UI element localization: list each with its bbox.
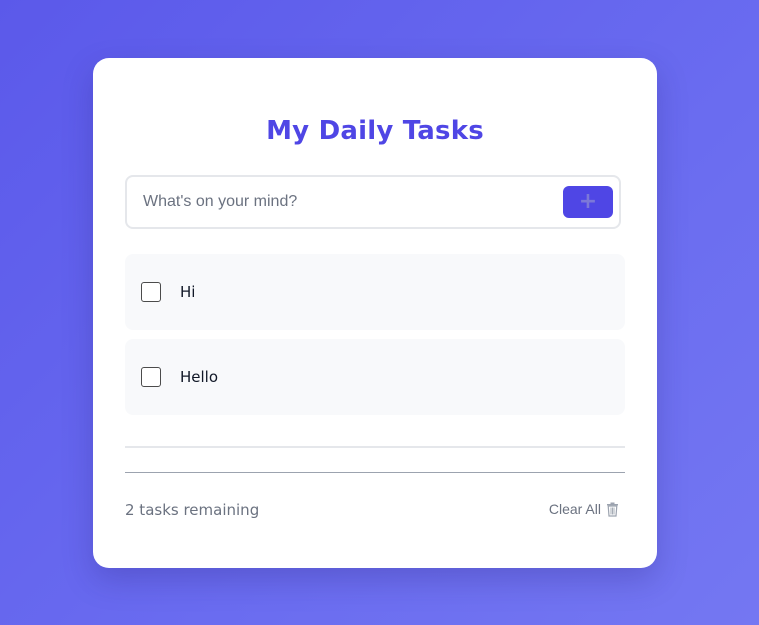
add-task-button[interactable]: + xyxy=(563,186,613,218)
task-list: Hi Hello xyxy=(125,254,625,424)
clear-all-label: Clear All xyxy=(548,501,601,517)
task-checkbox[interactable] xyxy=(141,367,161,387)
task-input-container: + xyxy=(125,175,621,229)
tasks-remaining-count: 2 tasks remaining xyxy=(125,501,260,519)
task-item: Hello xyxy=(125,339,625,415)
task-item: Hi xyxy=(125,254,625,330)
task-label: Hello xyxy=(180,368,219,386)
task-checkbox[interactable] xyxy=(141,282,161,302)
divider xyxy=(125,472,625,473)
todo-card: My Daily Tasks + Hi Hello 2 tasks remain… xyxy=(93,58,657,568)
trash-icon xyxy=(606,502,619,517)
task-label: Hi xyxy=(180,283,196,301)
task-input[interactable] xyxy=(143,187,543,217)
clear-all-button[interactable]: Clear All xyxy=(549,501,619,517)
page-title: My Daily Tasks xyxy=(266,116,484,146)
divider xyxy=(125,446,625,448)
